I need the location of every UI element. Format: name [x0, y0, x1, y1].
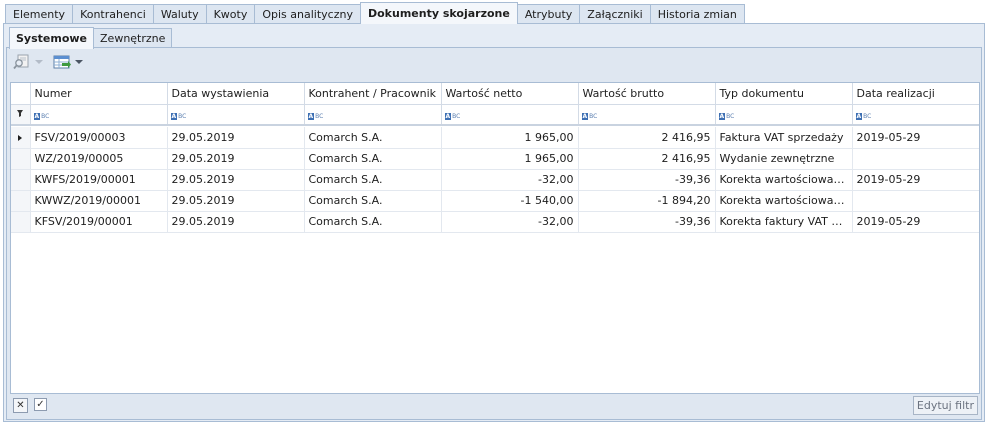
filter-cell-kontrahent[interactable]: A BC — [304, 104, 442, 126]
column-header-wartosc-netto[interactable]: Wartość netto — [441, 83, 579, 105]
tab-systemowe[interactable]: Systemowe — [9, 27, 95, 49]
cell-data-wystawienia[interactable]: 29.05.2019 — [167, 148, 305, 170]
text-filter-icon: A BC — [307, 112, 324, 120]
tab-opis-analityczny[interactable]: Opis analityczny — [254, 4, 361, 24]
cell-wartosc-netto[interactable]: -1 540,00 — [441, 190, 579, 212]
grid-header-row: Numer Data wystawienia Kontrahent / Prac… — [11, 83, 979, 105]
tab-zewnetrzne[interactable]: Zewnętrzne — [93, 28, 173, 48]
cell-data-realizacji[interactable] — [852, 148, 979, 170]
cell-numer[interactable]: KWFS/2019/00001 — [30, 169, 168, 191]
cell-wartosc-brutto[interactable]: -1 894,20 — [578, 190, 716, 212]
filter-cell-numer[interactable]: A BC — [30, 104, 168, 126]
cell-data-realizacji[interactable]: 2019-05-29 — [852, 127, 979, 149]
filter-bar: ✕ ✓ Edytuj filtr — [10, 396, 980, 418]
cell-wartosc-netto[interactable]: -32,00 — [441, 169, 579, 191]
cell-kontrahent[interactable]: Comarch S.A. — [304, 211, 442, 233]
cell-data-wystawienia[interactable]: 29.05.2019 — [167, 127, 305, 149]
tab-elementy[interactable]: Elementy — [5, 4, 74, 24]
cell-data-wystawienia[interactable]: 29.05.2019 — [167, 169, 305, 191]
tab-historia-zmian[interactable]: Historia zmian — [649, 4, 745, 24]
cell-kontrahent[interactable]: Comarch S.A. — [304, 148, 442, 170]
cell-numer[interactable]: WZ/2019/00005 — [30, 148, 168, 170]
table-row[interactable]: FSV/2019/00003 29.05.2019 Comarch S.A. 1… — [11, 127, 979, 149]
row-indicator-header — [11, 83, 31, 105]
tab-dokumenty-skojarzone[interactable]: Dokumenty skojarzone — [359, 2, 518, 24]
column-header-data-wystawienia[interactable]: Data wystawienia — [167, 83, 305, 105]
cell-wartosc-brutto[interactable]: 2 416,95 — [578, 127, 716, 149]
grid-export-icon — [53, 55, 71, 69]
column-header-numer[interactable]: Numer — [30, 83, 168, 105]
linked-documents-grid: Numer Data wystawienia Kontrahent / Prac… — [10, 82, 980, 394]
row-indicator — [11, 148, 31, 170]
text-filter-icon: A BC — [33, 112, 50, 120]
cell-typ-dokumentu[interactable]: Korekta faktury VAT spr... — [715, 211, 853, 233]
cell-typ-dokumentu[interactable]: Wydanie zewnętrzne — [715, 148, 853, 170]
cell-wartosc-brutto[interactable]: -39,36 — [578, 211, 716, 233]
column-header-typ-dokumentu[interactable]: Typ dokumentu — [715, 83, 853, 105]
magnifier-document-icon — [13, 54, 29, 70]
top-tab-bar: Elementy Kontrahenci Waluty Kwoty Opis a… — [5, 2, 745, 24]
filter-row: A BC A BC A BC A BC A BC A BC A BC — [11, 104, 979, 126]
cell-data-realizacji[interactable] — [852, 190, 979, 212]
text-filter-icon: A BC — [581, 112, 598, 120]
column-header-data-realizacji[interactable]: Data realizacji — [852, 83, 979, 105]
export-grid-button[interactable] — [51, 52, 85, 72]
table-row[interactable]: WZ/2019/00005 29.05.2019 Comarch S.A. 1 … — [11, 148, 979, 170]
table-row[interactable]: KWFS/2019/00001 29.05.2019 Comarch S.A. … — [11, 169, 979, 191]
chevron-down-icon[interactable] — [75, 60, 83, 64]
text-filter-icon: A BC — [855, 112, 872, 120]
filter-cell-wartosc-brutto[interactable]: A BC — [578, 104, 716, 126]
column-header-wartosc-brutto[interactable]: Wartość brutto — [578, 83, 716, 105]
linked-documents-panel: Numer Data wystawienia Kontrahent / Prac… — [6, 47, 982, 420]
tab-atrybuty[interactable]: Atrybuty — [516, 4, 581, 24]
preview-document-button[interactable] — [11, 52, 45, 72]
cell-wartosc-brutto[interactable]: 2 416,95 — [578, 148, 716, 170]
cell-kontrahent[interactable]: Comarch S.A. — [304, 169, 442, 191]
cell-typ-dokumentu[interactable]: Korekta wartościowa fa... — [715, 169, 853, 191]
cell-numer[interactable]: FSV/2019/00003 — [30, 127, 168, 149]
clear-filter-button[interactable]: ✕ — [13, 398, 28, 413]
cell-typ-dokumentu[interactable]: Faktura VAT sprzedaży — [715, 127, 853, 149]
text-filter-icon: A BC — [170, 112, 187, 120]
row-indicator — [11, 169, 31, 191]
filter-cell-data-realizacji[interactable]: A BC — [852, 104, 979, 126]
filter-pin-icon — [11, 104, 31, 126]
row-selected-indicator-icon — [11, 127, 31, 149]
text-filter-icon: A BC — [718, 112, 735, 120]
cell-wartosc-netto[interactable]: -32,00 — [441, 211, 579, 233]
row-indicator — [11, 211, 31, 233]
cell-data-realizacji[interactable]: 2019-05-29 — [852, 211, 979, 233]
filter-enabled-checkbox[interactable]: ✓ — [34, 398, 47, 411]
cell-wartosc-netto[interactable]: 1 965,00 — [441, 148, 579, 170]
cell-data-realizacji[interactable]: 2019-05-29 — [852, 169, 979, 191]
tab-waluty[interactable]: Waluty — [152, 4, 207, 24]
cell-numer[interactable]: KWWZ/2019/00001 — [30, 190, 168, 212]
grid-toolbar — [11, 51, 91, 73]
tab-kontrahenci[interactable]: Kontrahenci — [72, 4, 154, 24]
column-header-kontrahent[interactable]: Kontrahent / Pracownik — [304, 83, 442, 105]
tab-kwoty[interactable]: Kwoty — [205, 4, 256, 24]
tab-zalaczniki[interactable]: Załączniki — [579, 4, 651, 24]
filter-cell-typ-dokumentu[interactable]: A BC — [715, 104, 853, 126]
text-filter-icon: A BC — [444, 112, 461, 120]
row-indicator — [11, 190, 31, 212]
cell-wartosc-brutto[interactable]: -39,36 — [578, 169, 716, 191]
chevron-down-icon[interactable] — [35, 60, 43, 64]
cell-kontrahent[interactable]: Comarch S.A. — [304, 127, 442, 149]
sub-tab-bar: Systemowe Zewnętrzne — [9, 27, 173, 49]
cell-numer[interactable]: KFSV/2019/00001 — [30, 211, 168, 233]
table-row[interactable]: KFSV/2019/00001 29.05.2019 Comarch S.A. … — [11, 211, 979, 233]
table-row[interactable]: KWWZ/2019/00001 29.05.2019 Comarch S.A. … — [11, 190, 979, 212]
tab-content-panel: Systemowe Zewnętrzne Numer Data wystawie… — [3, 23, 985, 422]
filter-cell-data-wystawienia[interactable]: A BC — [167, 104, 305, 126]
cell-data-wystawienia[interactable]: 29.05.2019 — [167, 211, 305, 233]
cell-typ-dokumentu[interactable]: Korekta wartościowa w... — [715, 190, 853, 212]
cell-wartosc-netto[interactable]: 1 965,00 — [441, 127, 579, 149]
cell-data-wystawienia[interactable]: 29.05.2019 — [167, 190, 305, 212]
cell-kontrahent[interactable]: Comarch S.A. — [304, 190, 442, 212]
edit-filter-button[interactable]: Edytuj filtr — [912, 396, 978, 415]
filter-cell-wartosc-netto[interactable]: A BC — [441, 104, 579, 126]
